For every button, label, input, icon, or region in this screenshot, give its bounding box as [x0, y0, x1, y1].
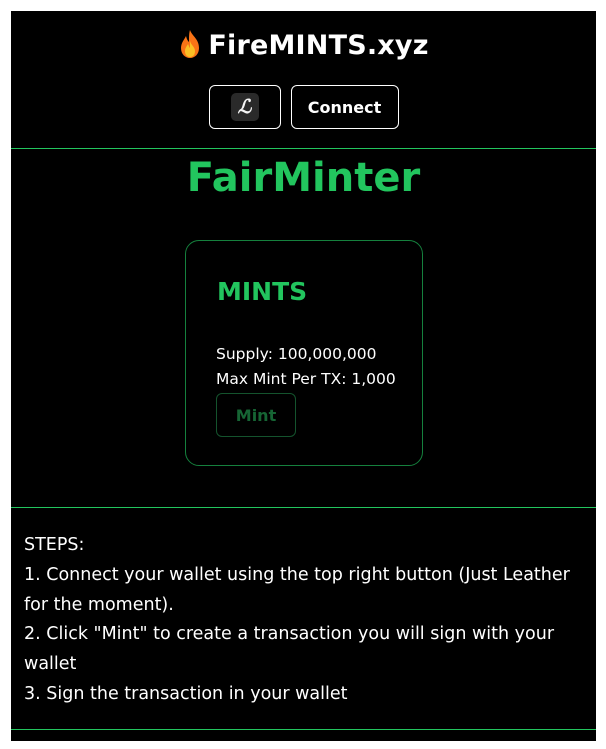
brand-name: FireMINTS.xyz — [208, 30, 429, 61]
step-item: 3. Sign the transaction in your wallet — [24, 683, 348, 704]
page-title: FairMinter — [186, 155, 421, 201]
main-section: FairMinter MINTS Supply: 100,000,000 Max… — [11, 149, 596, 508]
steps-section: STEPS: 1. Connect your wallet using the … — [11, 508, 596, 730]
steps-list: STEPS: 1. Connect your wallet using the … — [24, 531, 572, 710]
step-item: 1. Connect your wallet using the top rig… — [24, 564, 570, 615]
header: FireMINTS.xyz ℒ Connect — [11, 11, 596, 149]
token-card: MINTS Supply: 100,000,000 Max Mint Per T… — [185, 240, 423, 466]
connect-button[interactable]: Connect — [290, 85, 399, 129]
mint-button[interactable]: Mint — [216, 393, 296, 437]
brand[interactable]: FireMINTS.xyz — [11, 29, 596, 68]
max-mint-text: Max Mint Per TX: 1,000 — [216, 370, 396, 388]
app-frame: FireMINTS.xyz ℒ Connect FairMinter MINTS… — [11, 11, 596, 741]
supply-text: Supply: 100,000,000 — [216, 345, 377, 363]
steps-heading: STEPS: — [24, 535, 85, 555]
leather-wallet-icon: ℒ — [230, 93, 259, 121]
leather-wallet-button[interactable]: ℒ — [208, 85, 281, 129]
header-buttons: ℒ Connect — [11, 85, 596, 129]
flame-icon — [178, 29, 202, 68]
step-item: 2. Click "Mint" to create a transaction … — [24, 624, 555, 675]
token-name: MINTS — [217, 277, 308, 306]
